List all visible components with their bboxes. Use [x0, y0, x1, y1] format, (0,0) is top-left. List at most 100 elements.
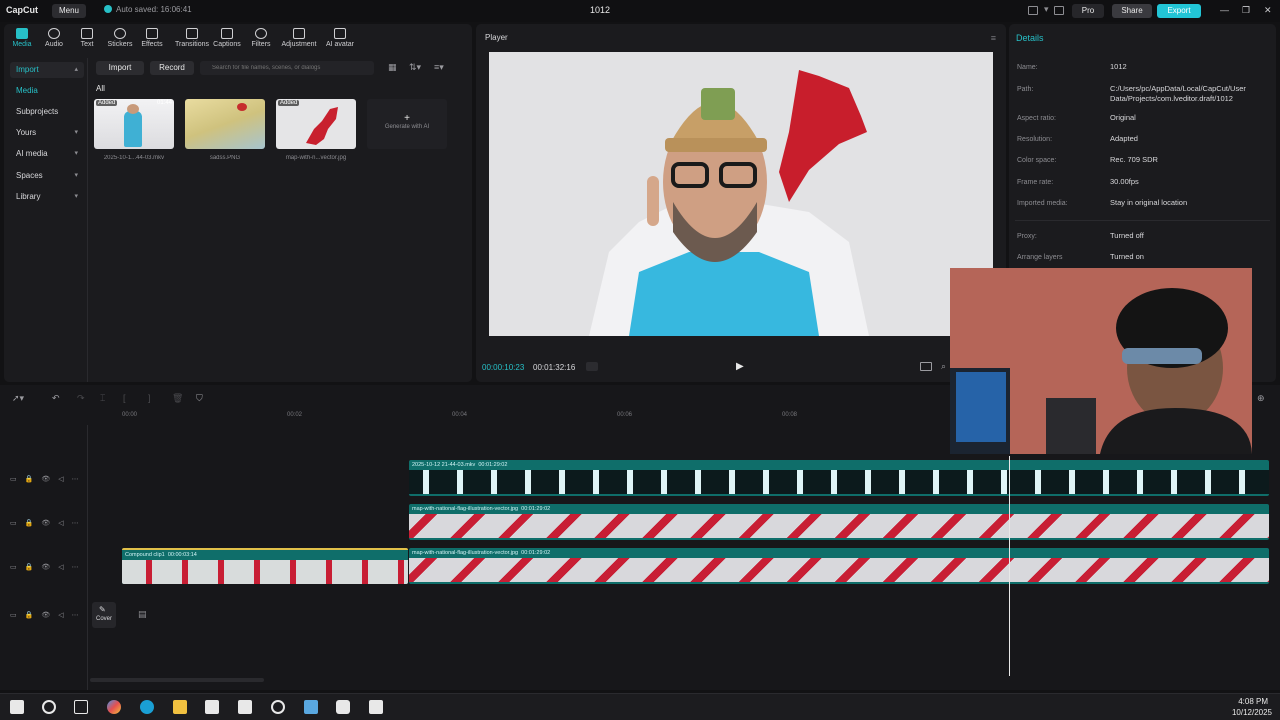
- timeline-scrollbar[interactable]: [90, 678, 264, 682]
- zoom-timeline-icon[interactable]: ⊕: [1257, 393, 1265, 404]
- close-icon[interactable]: ✕: [1264, 5, 1272, 16]
- clapper-icon[interactable]: [369, 700, 383, 714]
- generate-ai-label: Generate with AI: [384, 124, 430, 130]
- media-search-input[interactable]: [200, 61, 374, 75]
- tab-label: Transitions: [175, 41, 209, 48]
- export-button[interactable]: Export: [1157, 4, 1201, 18]
- tab-effects[interactable]: Effects: [134, 28, 170, 48]
- maximize-icon[interactable]: ❐: [1242, 5, 1250, 16]
- video-clip[interactable]: 2025-10-12 21-44-03.mkv 00:01:29:02: [409, 460, 1269, 496]
- sidebar-item-label: Yours: [16, 128, 37, 137]
- tab-stickers[interactable]: Stickers: [102, 28, 138, 48]
- sidebar-item-media[interactable]: Media: [10, 83, 84, 99]
- added-badge: Added: [96, 100, 118, 106]
- tab-audio[interactable]: Audio: [36, 28, 72, 48]
- media-item-map[interactable]: Added map-with-n...vector.jpg: [276, 99, 356, 161]
- sidebar-item-spaces[interactable]: Spaces ▾: [10, 168, 84, 184]
- project-title: 1012: [590, 5, 611, 15]
- tab-label: Captions: [213, 41, 241, 48]
- track-controls[interactable]: ▭🔒👁◁⋯: [10, 563, 87, 571]
- clock-date[interactable]: 10/12/2025: [1232, 708, 1272, 717]
- sidebar-item-ai-media[interactable]: AI media ▾: [10, 146, 84, 162]
- playhead[interactable]: [1009, 456, 1010, 676]
- media-item-name: 2025-10-1...44-03.mkv: [103, 155, 165, 161]
- sidebar-item-yours[interactable]: Yours ▾: [10, 125, 84, 141]
- tab-transitions[interactable]: Transitions: [171, 28, 213, 48]
- media-item-image[interactable]: sadss.PNG: [185, 99, 265, 161]
- clock-time[interactable]: 4:08 PM: [1238, 697, 1268, 706]
- sidebar-item-subprojects[interactable]: Subprojects: [10, 104, 84, 120]
- track-controls[interactable]: ▭🔒👁◁⋯: [10, 475, 87, 483]
- fullscreen-quality-icon[interactable]: [920, 362, 932, 371]
- ruler-tick: 00:00: [122, 412, 138, 418]
- marker-icon[interactable]: ⛉: [196, 393, 203, 404]
- sidebar-item-library[interactable]: Library ▾: [10, 189, 84, 205]
- tab-captions[interactable]: Captions: [209, 28, 245, 48]
- tab-label: Stickers: [107, 41, 133, 48]
- layout-dropdown-icon[interactable]: ▾: [1044, 4, 1049, 15]
- layout-icon[interactable]: [1028, 6, 1038, 15]
- minimize-icon[interactable]: —: [1220, 5, 1229, 15]
- mail-icon[interactable]: [238, 700, 252, 714]
- play-icon[interactable]: ▶: [736, 361, 744, 372]
- share-button[interactable]: Share: [1112, 4, 1152, 18]
- filter-icon[interactable]: ≡▾: [434, 62, 444, 73]
- task-view-icon[interactable]: [74, 700, 88, 714]
- copilot-icon[interactable]: [107, 700, 121, 714]
- redo-icon[interactable]: ↷: [77, 393, 85, 404]
- tab-adjustment[interactable]: Adjustment: [278, 28, 320, 48]
- notes-icon[interactable]: [304, 700, 318, 714]
- delete-icon[interactable]: 🗑: [172, 393, 183, 404]
- detail-label: Resolution:: [1017, 136, 1053, 143]
- generate-ai-button[interactable]: + Generate with AI: [367, 99, 447, 149]
- sidebar-item-import[interactable]: Import ▴: [10, 62, 84, 78]
- record-button[interactable]: Record: [150, 61, 194, 75]
- undo-icon[interactable]: ↶: [52, 393, 60, 404]
- capcut-icon[interactable]: [336, 700, 350, 714]
- zoom-icon[interactable]: ⌕: [941, 361, 946, 372]
- menu-button[interactable]: Menu: [52, 4, 86, 18]
- sidebar-item-label: Media: [16, 86, 38, 95]
- tab-text[interactable]: Text: [69, 28, 105, 48]
- image-clip[interactable]: map-with-national-flag-illustration-vect…: [409, 504, 1269, 540]
- trim-right-icon[interactable]: ]: [148, 393, 151, 403]
- store-icon[interactable]: [205, 700, 219, 714]
- tab-filters[interactable]: Filters: [243, 28, 279, 48]
- sidebar-item-label: Subprojects: [16, 107, 59, 116]
- media-item-video[interactable]: Added 01:44 2025-10-1...44-03.mkv: [94, 99, 174, 161]
- detail-label: Arrange layers: [1017, 254, 1063, 261]
- sort-icon[interactable]: ⇅▾: [409, 62, 421, 73]
- search-icon[interactable]: [42, 700, 56, 714]
- trim-left-icon[interactable]: [: [123, 393, 126, 403]
- tab-ai-avatar[interactable]: AI avatar: [320, 28, 360, 48]
- select-tool-icon[interactable]: ➚▾: [12, 393, 24, 404]
- player-menu-icon[interactable]: ≡: [991, 33, 996, 43]
- cover-label: Cover: [95, 616, 112, 622]
- timecode-toggle-icon[interactable]: [586, 362, 598, 371]
- track-headers: ▭🔒👁◁⋯ ▭🔒👁◁⋯ ▭🔒👁◁⋯ ▭🔒👁◁⋯: [0, 425, 88, 690]
- file-explorer-icon[interactable]: [173, 700, 187, 714]
- track-controls[interactable]: ▭🔒👁◁⋯: [10, 519, 87, 527]
- track-controls[interactable]: ▭🔒👁◁⋯: [10, 611, 87, 619]
- all-filter-label[interactable]: All: [96, 84, 105, 93]
- edge-icon[interactable]: [140, 700, 154, 714]
- import-button[interactable]: Import: [96, 61, 144, 75]
- clip-label: Compound clip1 00:00:03:14: [125, 552, 197, 558]
- clip-frames: [409, 514, 1269, 538]
- video-preview[interactable]: [489, 52, 993, 336]
- detail-value: Stay in original location: [1110, 198, 1188, 207]
- shortcuts-icon[interactable]: [1054, 6, 1064, 15]
- pro-button[interactable]: Pro: [1072, 4, 1104, 18]
- detail-label: Color space:: [1017, 157, 1057, 164]
- windows-start-icon[interactable]: [10, 700, 24, 714]
- grid-view-icon[interactable]: ▦: [388, 62, 397, 73]
- player-panel: Player ≡ 00:00:10:23 00:01:32:16 ▶ ⌕: [476, 24, 1006, 382]
- tab-media[interactable]: Media: [4, 28, 40, 48]
- chrome-icon[interactable]: [271, 700, 285, 714]
- compound-clip[interactable]: Compound clip1 00:00:03:14: [122, 548, 408, 584]
- detail-value: Adapted: [1110, 134, 1138, 143]
- split-icon[interactable]: ⌶: [100, 393, 105, 404]
- image-clip[interactable]: map-with-national-flag-illustration-vect…: [409, 548, 1269, 584]
- ruler-tick: 00:08: [782, 412, 798, 418]
- plus-icon: +: [404, 113, 410, 124]
